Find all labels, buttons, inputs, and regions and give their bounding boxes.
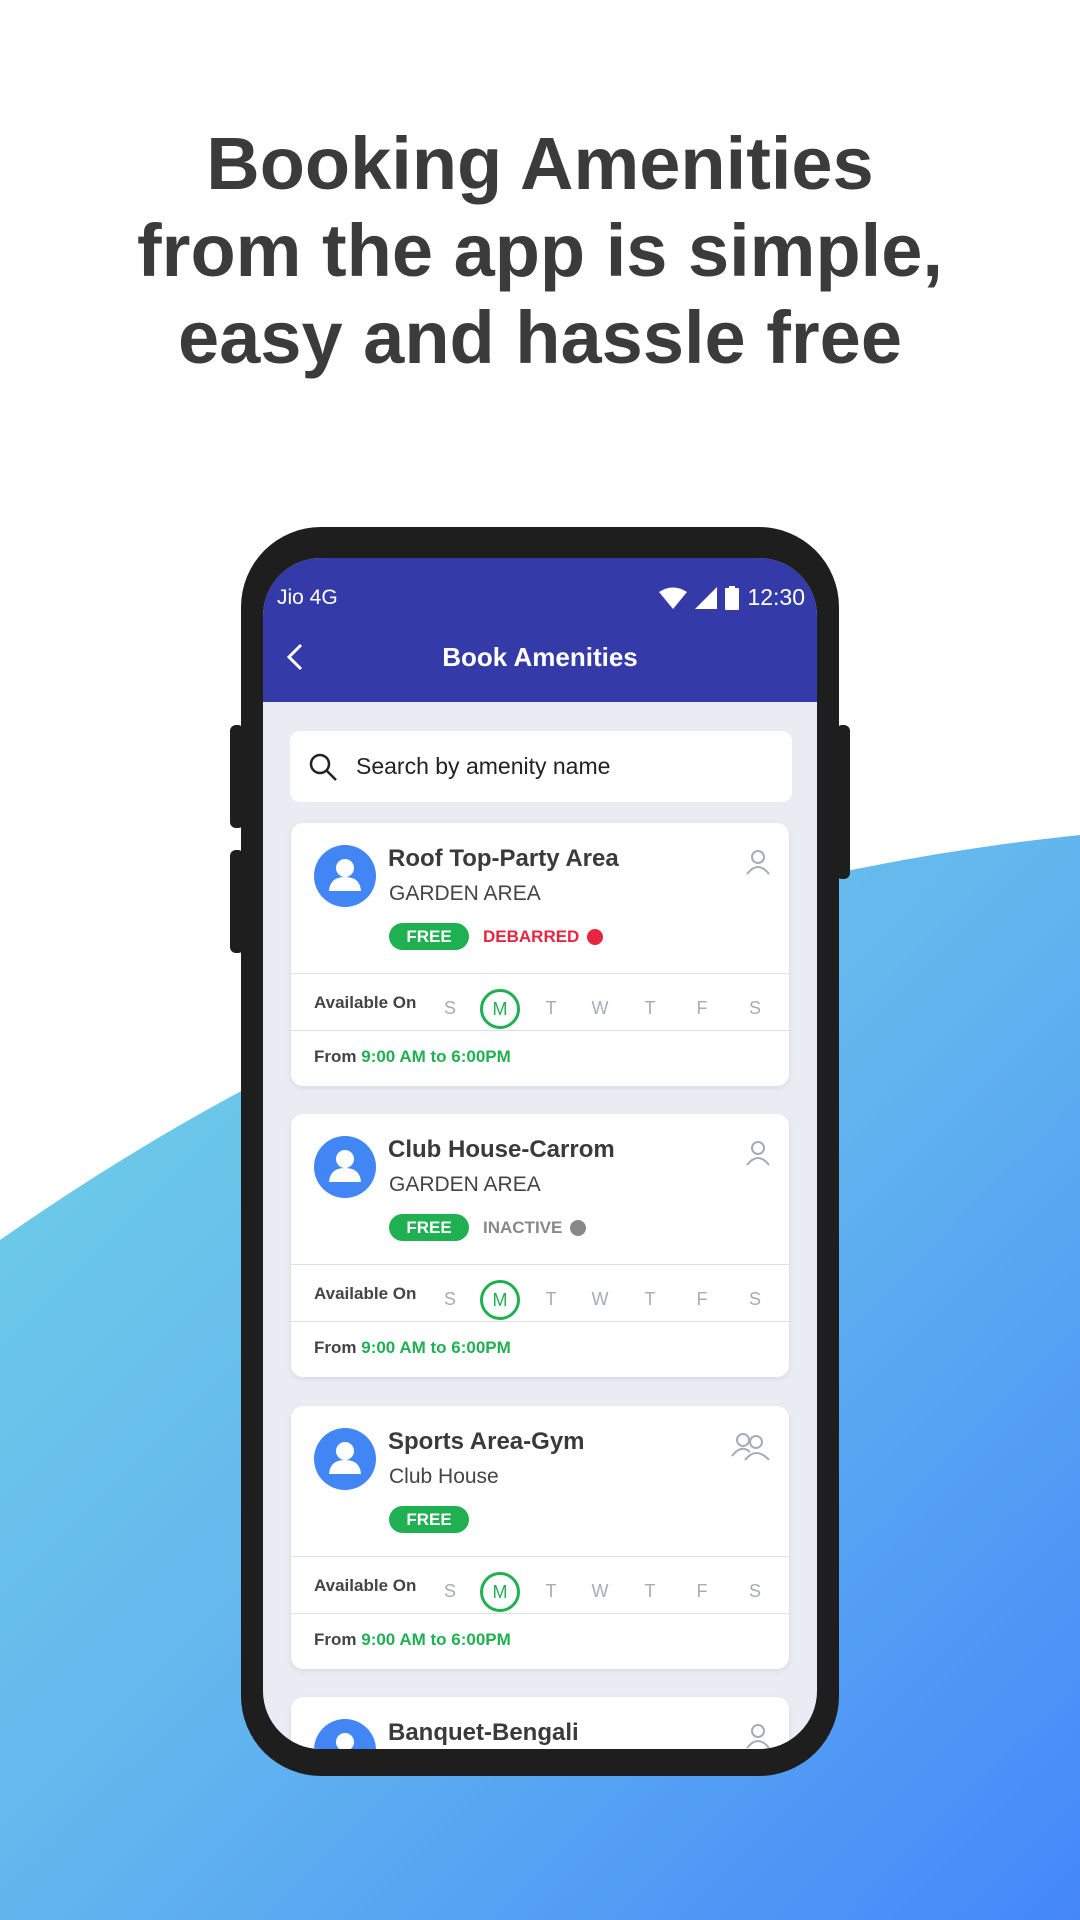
status-badge: DEBARRED: [483, 926, 604, 947]
clock: 12:30: [747, 584, 805, 610]
day-toggle[interactable]: M: [480, 1572, 520, 1612]
person-icon: [329, 859, 361, 891]
divider: [291, 1264, 789, 1265]
person-icon: [329, 1442, 361, 1474]
amenity-title: Roof Top-Party Area: [388, 845, 619, 872]
app-bar: Jio 4G 12:30 Book Amenities: [263, 558, 817, 702]
day-toggle[interactable]: T: [531, 1572, 571, 1612]
amenity-title: Sports Area-Gym: [388, 1428, 585, 1455]
headline-line: easy and hassle free: [178, 296, 902, 379]
headline-line: from the app is simple,: [137, 209, 943, 292]
divider: [291, 973, 789, 974]
carrier: Jio 4G: [277, 586, 338, 609]
amenity-card[interactable]: Banquet-Bengali: [291, 1697, 789, 1749]
from-label: From: [314, 1630, 357, 1649]
search-icon: [309, 753, 337, 781]
amenity-card[interactable]: Club House-Carrom GARDEN AREA FREE INACT…: [291, 1114, 789, 1377]
divider: [291, 1030, 789, 1031]
avatar: [314, 845, 376, 907]
day-toggle[interactable]: W: [580, 1572, 620, 1612]
free-badge: FREE: [389, 1214, 469, 1241]
headline-line: Booking Amenities: [206, 122, 874, 205]
divider: [291, 1556, 789, 1557]
badges: FREE INACTIVE: [389, 1214, 587, 1241]
day-toggle[interactable]: T: [630, 989, 670, 1029]
badges: FREE: [389, 1506, 469, 1533]
status-text: INACTIVE: [483, 1217, 563, 1237]
day-toggle[interactable]: T: [531, 1280, 571, 1320]
day-toggle[interactable]: T: [531, 989, 571, 1029]
day-toggle[interactable]: W: [580, 989, 620, 1029]
wifi-icon: [659, 587, 688, 609]
user-icon[interactable]: [745, 1140, 771, 1166]
day-toggle[interactable]: M: [480, 1280, 520, 1320]
badges: FREE DEBARRED: [389, 923, 604, 950]
capacity-icon[interactable]: [745, 1140, 771, 1171]
hours-value: 9:00 AM to 6:00PM: [361, 1630, 511, 1649]
page-title: Book Amenities: [442, 642, 638, 672]
status-text: DEBARRED: [483, 926, 580, 946]
phone-screen: Jio 4G 12:30 Book Amenities Roof Top-Par…: [263, 558, 817, 1749]
user-icon[interactable]: [745, 849, 771, 875]
users-icon[interactable]: [731, 1432, 771, 1462]
day-toggle[interactable]: S: [735, 1280, 775, 1320]
capacity-icon[interactable]: [745, 849, 771, 880]
free-badge: FREE: [389, 923, 469, 950]
day-toggle[interactable]: W: [580, 1280, 620, 1320]
status-dot: [570, 1219, 587, 1236]
day-toggle[interactable]: S: [735, 1572, 775, 1612]
free-badge: FREE: [389, 1506, 469, 1533]
day-toggle[interactable]: S: [430, 1280, 470, 1320]
avatar: [314, 1719, 376, 1749]
day-toggle[interactable]: F: [682, 1572, 722, 1612]
day-toggle[interactable]: T: [630, 1280, 670, 1320]
person-icon: [329, 1150, 361, 1182]
amenity-card[interactable]: Roof Top-Party Area GARDEN AREA FREE DEB…: [291, 823, 789, 1086]
user-icon[interactable]: [745, 1723, 771, 1749]
headline: Booking Amenities from the app is simple…: [0, 120, 1080, 381]
day-toggle[interactable]: F: [682, 1280, 722, 1320]
hours-value: 9:00 AM to 6:00PM: [361, 1338, 511, 1357]
status-badge: INACTIVE: [483, 1217, 587, 1238]
day-toggle[interactable]: M: [480, 989, 520, 1029]
available-label: Available On: [314, 1576, 417, 1595]
amenity-location: Club House: [389, 1465, 499, 1488]
person-icon: [336, 1733, 354, 1749]
search-bar[interactable]: [290, 731, 792, 802]
amenity-card[interactable]: Sports Area-Gym Club House FREE Availabl…: [291, 1406, 789, 1669]
amenity-title: Club House-Carrom: [388, 1136, 615, 1163]
search-input[interactable]: [356, 753, 756, 780]
hours: From 9:00 AM to 6:00PM: [314, 1338, 511, 1358]
day-toggle[interactable]: S: [735, 989, 775, 1029]
day-toggle[interactable]: F: [682, 989, 722, 1029]
from-label: From: [314, 1338, 357, 1357]
day-toggle[interactable]: S: [430, 989, 470, 1029]
from-label: From: [314, 1047, 357, 1066]
avatar: [314, 1136, 376, 1198]
hours: From 9:00 AM to 6:00PM: [314, 1630, 511, 1650]
avatar: [314, 1428, 376, 1490]
available-label: Available On: [314, 1284, 417, 1303]
divider: [291, 1613, 789, 1614]
divider: [291, 1321, 789, 1322]
status-dot: [587, 928, 604, 945]
hours-value: 9:00 AM to 6:00PM: [361, 1047, 511, 1066]
hours: From 9:00 AM to 6:00PM: [314, 1047, 511, 1067]
day-toggle[interactable]: S: [430, 1572, 470, 1612]
status-icons: 12:30: [659, 584, 805, 611]
amenity-location: GARDEN AREA: [389, 1173, 541, 1196]
capacity-icon[interactable]: [745, 1723, 771, 1749]
amenity-location: GARDEN AREA: [389, 882, 541, 905]
signal-icon: [695, 586, 718, 609]
battery-icon: [725, 585, 740, 610]
capacity-icon[interactable]: [731, 1432, 771, 1467]
day-toggle[interactable]: T: [630, 1572, 670, 1612]
available-label: Available On: [314, 993, 417, 1012]
amenity-title: Banquet-Bengali: [388, 1719, 579, 1746]
